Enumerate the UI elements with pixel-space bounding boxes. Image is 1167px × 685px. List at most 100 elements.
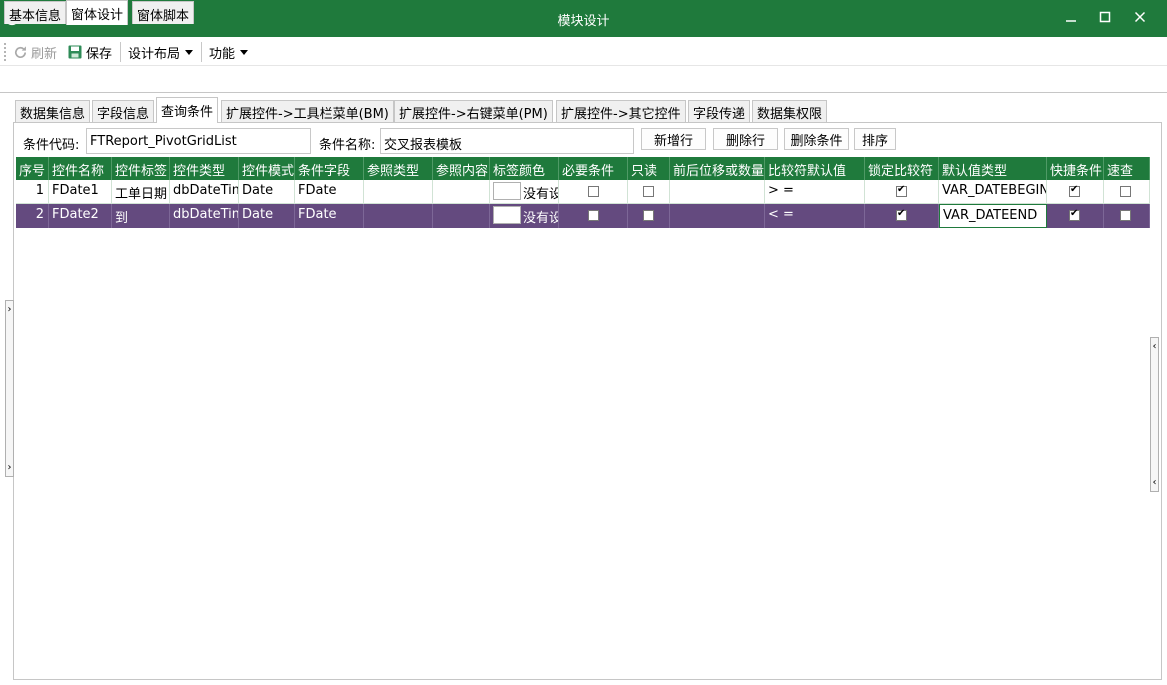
chevron-left-icon: ‹	[1152, 341, 1157, 352]
offset-cell[interactable]	[670, 204, 765, 228]
chevron-left-icon: ‹	[1152, 477, 1157, 488]
lock-operator-checkbox[interactable]	[896, 184, 907, 197]
column-header[interactable]: 锁定比较符	[865, 157, 939, 180]
design-layout-label: 设计布局	[128, 46, 181, 62]
readonly-checkbox[interactable]	[643, 186, 654, 197]
readonly-cell[interactable]	[628, 204, 670, 228]
tab-form-design[interactable]: 窗体设计	[66, 0, 129, 25]
lock-operator-cell[interactable]	[865, 204, 939, 228]
refresh-label: 刷新	[31, 46, 58, 62]
tab-dataset-permissions[interactable]: 数据集权限	[752, 100, 828, 122]
lookup-cell[interactable]	[1104, 204, 1150, 228]
row-index[interactable]: 1	[16, 180, 49, 203]
tab-basic-info[interactable]: 基本信息	[4, 1, 67, 24]
lock-operator-checkbox[interactable]	[896, 208, 907, 221]
quick-condition-cell[interactable]	[1047, 204, 1104, 228]
quick-condition-checkbox[interactable]	[1069, 208, 1080, 221]
quick-condition-checkbox[interactable]	[1069, 184, 1080, 197]
column-header[interactable]: 控件名称	[49, 157, 112, 180]
label-color-cell[interactable]: 没有设	[490, 180, 559, 203]
tab-form-script[interactable]: 窗体脚本	[132, 1, 195, 24]
toolbar-grip[interactable]	[4, 43, 7, 61]
tab-field-transfer[interactable]: 字段传递	[688, 100, 751, 122]
column-header[interactable]: 控件模式	[239, 157, 295, 180]
left-panel-expander[interactable]: › ›	[5, 300, 14, 477]
offset-cell[interactable]	[670, 180, 765, 203]
condition-code-input[interactable]: FTReport_PivotGridList	[86, 128, 311, 154]
control-type-cell[interactable]: dbDateTim	[170, 180, 239, 203]
save-button[interactable]: 保存	[67, 42, 112, 62]
ref-content-cell[interactable]	[433, 204, 490, 228]
column-header[interactable]: 速查	[1104, 157, 1150, 180]
column-header[interactable]: 序号	[16, 157, 49, 180]
ref-type-cell[interactable]	[364, 204, 433, 228]
close-button[interactable]	[1123, 0, 1157, 37]
tab-toolbar-menu[interactable]: 扩展控件->工具栏菜单(BM)	[221, 100, 394, 122]
readonly-checkbox[interactable]	[643, 210, 654, 221]
required-checkbox[interactable]	[588, 210, 599, 221]
column-header[interactable]: 条件字段	[295, 157, 364, 180]
minimize-button[interactable]	[1054, 0, 1088, 37]
column-header[interactable]: 控件类型	[170, 157, 239, 180]
lock-operator-cell[interactable]	[865, 180, 939, 203]
condition-field-cell[interactable]: FDate	[295, 204, 364, 228]
chevron-right-icon: ›	[7, 462, 12, 473]
operator-cell[interactable]: < =	[765, 204, 865, 228]
label-color-cell[interactable]: 没有设	[490, 204, 559, 228]
required-cell[interactable]	[559, 180, 628, 203]
lookup-checkbox[interactable]	[1120, 210, 1131, 221]
column-header[interactable]: 标签颜色	[490, 157, 559, 180]
tab-query-conditions[interactable]: 查询条件	[156, 97, 219, 123]
color-swatch[interactable]	[493, 206, 521, 224]
right-panel-expander[interactable]: ‹ ‹	[1150, 337, 1159, 492]
condition-field-cell[interactable]: FDate	[295, 180, 364, 203]
tab-field-info[interactable]: 字段信息	[92, 100, 155, 122]
column-header[interactable]: 必要条件	[559, 157, 628, 180]
save-label: 保存	[86, 46, 113, 62]
readonly-cell[interactable]	[628, 180, 670, 203]
table-row-selected[interactable]: 2 FDate2 到 dbDateTim Date FDate 没有设 < = …	[16, 204, 1150, 228]
control-label-cell[interactable]: 工单日期	[112, 180, 170, 203]
quick-condition-cell[interactable]	[1047, 180, 1104, 203]
lookup-checkbox[interactable]	[1120, 186, 1131, 197]
maximize-button[interactable]	[1088, 0, 1122, 37]
sort-button[interactable]: 排序	[854, 128, 896, 150]
control-name-cell[interactable]: FDate2	[49, 204, 112, 228]
ref-content-cell[interactable]	[433, 180, 490, 203]
operator-cell[interactable]: > =	[765, 180, 865, 203]
column-header[interactable]: 参照类型	[364, 157, 433, 180]
refresh-button[interactable]: 刷新	[13, 42, 57, 62]
column-header[interactable]: 前后位移或数量	[670, 157, 765, 180]
table-row[interactable]: 1 FDate1 工单日期 dbDateTim Date FDate 没有设 >…	[16, 180, 1150, 204]
default-type-cell[interactable]: VAR_DATEBEGIN	[939, 180, 1047, 203]
required-cell[interactable]	[559, 204, 628, 228]
column-header[interactable]: 默认值类型	[939, 157, 1047, 180]
column-header[interactable]: 快捷条件	[1047, 157, 1104, 180]
tab-context-menu[interactable]: 扩展控件->右键菜单(PM)	[394, 100, 553, 122]
save-icon	[67, 44, 83, 60]
function-menu[interactable]: 功能	[209, 42, 249, 62]
control-type-cell[interactable]: dbDateTim	[170, 204, 239, 228]
delete-condition-button[interactable]: 删除条件	[784, 128, 849, 150]
control-name-cell[interactable]: FDate1	[49, 180, 112, 203]
ref-type-cell[interactable]	[364, 180, 433, 203]
column-header[interactable]: 只读	[628, 157, 670, 180]
refresh-icon	[13, 45, 28, 60]
tab-dataset-info[interactable]: 数据集信息	[15, 100, 91, 122]
required-checkbox[interactable]	[588, 186, 599, 197]
color-swatch[interactable]	[493, 182, 521, 200]
control-mode-cell[interactable]: Date	[239, 180, 295, 203]
column-header[interactable]: 比较符默认值	[765, 157, 865, 180]
condition-name-input[interactable]: 交叉报表模板	[380, 128, 634, 154]
control-label-cell[interactable]: 到	[112, 204, 170, 228]
lookup-cell[interactable]	[1104, 180, 1150, 203]
row-index[interactable]: 2	[16, 204, 49, 228]
control-mode-cell[interactable]: Date	[239, 204, 295, 228]
column-header[interactable]: 控件标签	[112, 157, 170, 180]
default-type-cell[interactable]: VAR_DATEEND	[939, 204, 1047, 228]
tab-other-controls[interactable]: 扩展控件->其它控件	[556, 100, 686, 122]
design-layout-menu[interactable]: 设计布局	[128, 42, 194, 62]
add-row-button[interactable]: 新增行	[641, 128, 706, 150]
delete-row-button[interactable]: 删除行	[713, 128, 778, 150]
column-header[interactable]: 参照内容	[433, 157, 490, 180]
